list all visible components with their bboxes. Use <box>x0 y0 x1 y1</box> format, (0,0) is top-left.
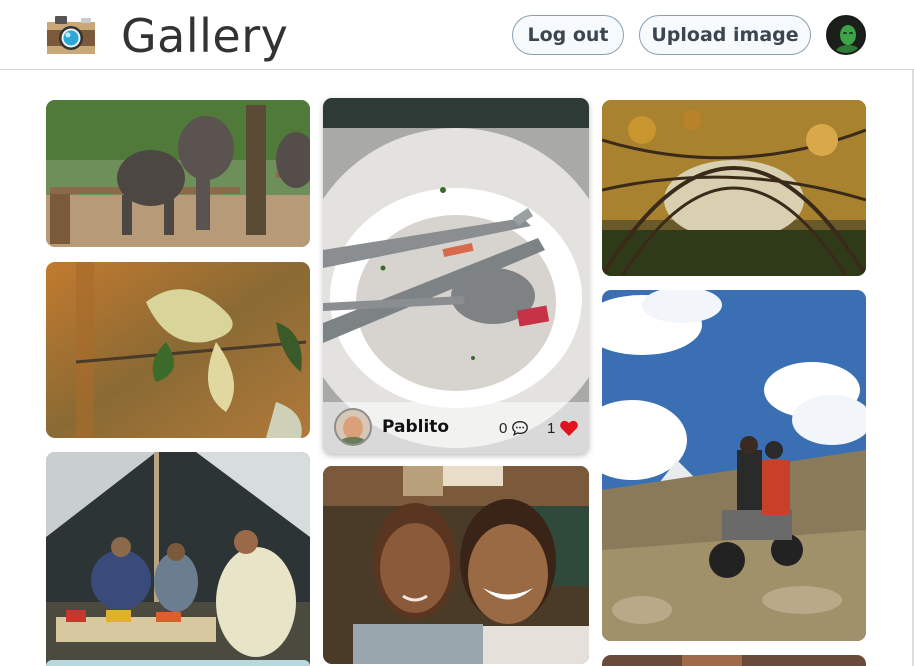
gallery-image-motorcycle[interactable] <box>602 290 866 641</box>
gallery-image-branch-dome[interactable] <box>602 100 866 276</box>
image-info-bar: Pablito 0 1 <box>323 402 589 454</box>
likes-count: 1 <box>547 419 556 437</box>
gallery-image-partial[interactable] <box>46 660 310 666</box>
gallery-image-girls[interactable] <box>323 466 589 664</box>
leaf-photo <box>46 262 310 438</box>
gallery-image-partial-right[interactable] <box>602 655 866 666</box>
plate-photo <box>323 98 589 454</box>
gallery-image-plate[interactable]: Pablito 0 1 <box>323 98 589 454</box>
smiling-girls-photo <box>323 466 589 664</box>
app-header: Gallery Log out Upload image <box>0 0 914 70</box>
motorcycle-mountain-photo <box>602 290 866 641</box>
tent-market-photo <box>46 452 310 666</box>
user-avatar[interactable] <box>826 15 866 55</box>
gallery-image-elephants[interactable] <box>46 100 310 247</box>
logout-button[interactable]: Log out <box>512 15 624 55</box>
gallery-image-tent-market[interactable] <box>46 452 310 666</box>
branch-dome-photo <box>602 100 866 276</box>
camera-icon <box>45 12 97 56</box>
author-avatar[interactable] <box>334 408 372 446</box>
author-name[interactable]: Pablito <box>382 417 449 437</box>
likes-counter[interactable]: 1 <box>547 419 579 437</box>
page-title: Gallery <box>121 9 289 63</box>
heart-icon[interactable] <box>559 419 579 437</box>
partial-photo-right <box>602 655 866 666</box>
gallery-image-leaf[interactable] <box>46 262 310 438</box>
comments-count: 0 <box>499 419 508 437</box>
elephants-photo <box>46 100 310 247</box>
upload-image-button[interactable]: Upload image <box>639 15 811 55</box>
partial-photo <box>46 660 310 666</box>
comment-icon <box>511 419 529 437</box>
comments-counter[interactable]: 0 <box>499 419 529 437</box>
